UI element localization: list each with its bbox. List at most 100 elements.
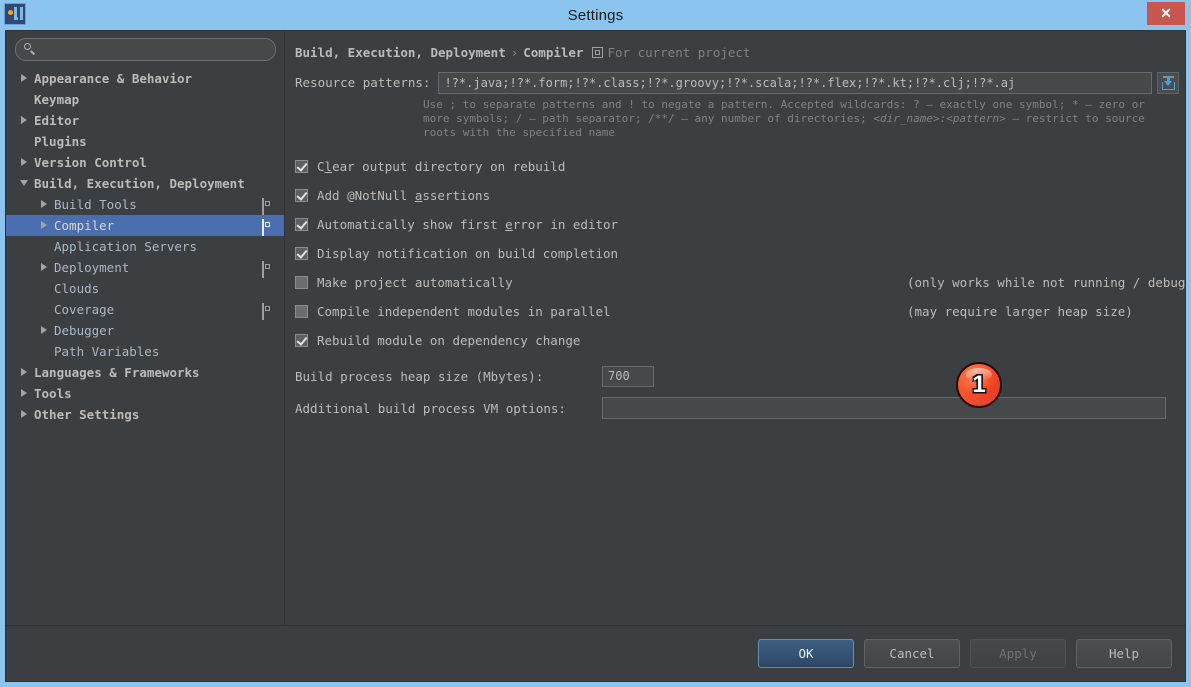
content-area: Appearance & BehaviorKeymap Editor Plugins… [6,31,1185,625]
window-title: Settings [0,7,1191,24]
checkbox-row[interactable]: Clear output directory on rebuild [295,152,1185,181]
checkbox-checked-icon[interactable] [295,218,308,231]
sidebar-item-label: Compiler [54,218,114,233]
sidebar-item-label: Plugins [34,134,87,149]
sidebar-item-clouds[interactable]: Clouds [6,278,284,299]
sidebar-item-application-servers[interactable]: Application Servers [6,236,284,257]
intellij-idea-logo-icon [4,3,26,25]
checkbox-label: Automatically show first error in editor [317,217,618,232]
checkbox-label-post: rror in editor [513,217,618,232]
sidebar-item-version-control[interactable]: Version Control [6,152,284,173]
checkbox-label: Compile independent modules in parallel [317,304,611,319]
chevron-right-icon[interactable] [20,389,29,398]
checkbox-row[interactable]: Make project automatically(only works wh… [295,268,1185,297]
chevron-right-icon[interactable] [40,263,49,272]
sidebar-item-deployment[interactable]: Deployment [6,257,284,278]
annotation-badge-number: 1 [972,371,985,399]
project-scope-glyph [262,303,264,320]
sidebar-item-label: Build Tools [54,197,137,212]
chevron-right-icon[interactable] [40,326,49,335]
breadcrumb-current: Compiler [523,45,583,60]
project-scope-glyph [262,219,264,236]
vm-options-row: Additional build process VM options: [295,396,1185,420]
search-input[interactable] [37,43,275,57]
ok-button[interactable]: OK [758,639,854,668]
sidebar-item-appearance-behavior[interactable]: Appearance & Behavior [6,68,284,89]
sidebar-item-debugger[interactable]: Debugger [6,320,284,341]
checkbox-label: Display notification on build completion [317,246,618,261]
checkbox-unchecked-icon[interactable] [295,305,308,318]
logo-i-mark [20,7,23,20]
chevron-right-icon[interactable] [20,116,29,125]
apply-button[interactable]: Apply [970,639,1066,668]
hint-italic: <dir_name>:<pattern> [873,112,1005,125]
checkbox-row[interactable]: Rebuild module on dependency change [295,326,1185,355]
checkbox-row[interactable]: Add @NotNull assertions [295,181,1185,210]
help-button[interactable]: Help [1076,639,1172,668]
annotation-badge-1: 1 [956,362,1002,408]
dialog-footer: OK Cancel Apply Help [6,625,1185,681]
cancel-button[interactable]: Cancel [864,639,960,668]
sidebar-item-tools[interactable]: Tools [6,383,284,404]
sidebar-item-label: Languages & Frameworks [34,365,200,380]
search-container [6,31,284,67]
vm-options-label: Additional build process VM options: [295,401,566,416]
resource-patterns-hint: Use ; to separate patterns and ! to nega… [423,98,1153,140]
checkbox-row[interactable]: Display notification on build completion [295,239,1185,268]
checkbox-row[interactable]: Automatically show first error in editor [295,210,1185,239]
checkbox-note: (only works while not running / debuggin… [907,275,1186,290]
sidebar-item-build-execution-deployment[interactable]: Build, Execution, Deployment [6,173,284,194]
sidebar-item-label: Tools [34,386,72,401]
checkbox-label-pre: Rebuild module on dependency change [317,333,580,348]
sidebar-item-label: Version Control [34,155,147,170]
breadcrumb-parent[interactable]: Build, Execution, Deployment [295,45,506,60]
chevron-right-icon[interactable] [20,368,29,377]
chevron-right-icon[interactable] [40,200,49,209]
sidebar-item-label: Build, Execution, Deployment [34,176,245,191]
project-scope-glyph [262,198,264,215]
chevron-right-icon[interactable] [20,158,29,167]
sidebar-item-label: Editor [34,113,79,128]
chevron-right-icon[interactable] [20,74,29,83]
checkbox-label-pre: Automatically show first [317,217,505,232]
project-scope-icon [592,47,603,58]
checkbox-label-pre: Display notification on build completion [317,246,618,261]
sidebar-item-languages-frameworks[interactable]: Languages & Frameworks [6,362,284,383]
heap-size-row: Build process heap size (Mbytes): [295,364,1185,388]
search-field[interactable] [15,38,276,61]
chevron-down-icon[interactable] [20,179,29,188]
sidebar-item-label: Path Variables [54,344,159,359]
sidebar-item-keymap[interactable]: Keymap [6,89,284,110]
sidebar-item-compiler[interactable]: Compiler [6,215,284,236]
sidebar-item-build-tools[interactable]: Build Tools [6,194,284,215]
checkbox-checked-icon[interactable] [295,160,308,173]
checkbox-label-mnemonic: l [325,159,333,174]
compiler-options-list: Clear output directory on rebuildAdd @No… [295,152,1185,355]
checkbox-row[interactable]: Compile independent modules in parallel (… [295,297,1185,326]
checkbox-note: (may require larger heap size) [907,304,1133,319]
settings-tree: Appearance & BehaviorKeymap Editor Plugins… [6,67,284,625]
chevron-right-icon[interactable] [40,221,49,230]
resource-patterns-input[interactable] [438,72,1152,94]
import-into-tray-icon[interactable] [1157,72,1179,94]
checkbox-checked-icon[interactable] [295,247,308,260]
breadcrumb: Build, Execution, Deployment › Compiler … [285,31,1185,60]
sidebar-item-plugins[interactable]: Plugins [6,131,284,152]
sidebar-item-other-settings[interactable]: Other Settings [6,404,284,425]
checkbox-checked-icon[interactable] [295,189,308,202]
vm-options-input[interactable] [602,397,1166,419]
settings-main-panel: Build, Execution, Deployment › Compiler … [285,31,1185,625]
checkbox-label-pre: C [317,159,325,174]
project-scope-icon [262,262,274,274]
checkbox-checked-icon[interactable] [295,334,308,347]
sidebar-item-coverage[interactable]: Coverage [6,299,284,320]
sidebar-item-path-variables[interactable]: Path Variables [6,341,284,362]
checkbox-label-pre: Compile independent modules in parallel [317,304,611,319]
heap-size-input[interactable] [602,366,654,387]
sidebar-item-editor[interactable]: Editor [6,110,284,131]
close-icon[interactable]: ✕ [1147,2,1185,25]
chevron-right-icon[interactable] [20,410,29,419]
project-scope-glyph [262,261,264,278]
checkbox-unchecked-icon[interactable] [295,276,308,289]
breadcrumb-scope-note: For current project [607,45,750,60]
